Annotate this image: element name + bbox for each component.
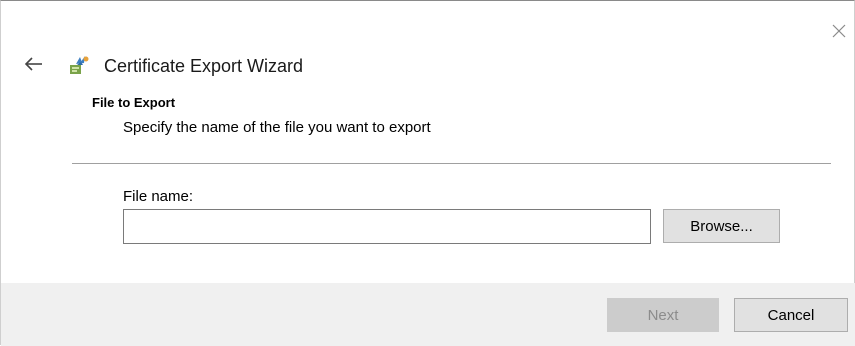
dialog-footer <box>1 283 855 346</box>
certificate-export-wizard-dialog: Certificate Export Wizard File to Export… <box>0 0 855 346</box>
cancel-button[interactable]: Cancel <box>734 298 848 332</box>
section-description: Specify the name of the file you want to… <box>123 119 431 136</box>
close-icon <box>832 24 846 38</box>
browse-button[interactable]: Browse... <box>663 209 780 243</box>
divider <box>72 163 831 164</box>
close-button[interactable] <box>827 19 851 43</box>
next-button[interactable]: Next <box>607 298 719 332</box>
back-arrow-icon <box>24 57 42 71</box>
back-button[interactable] <box>21 53 47 75</box>
certificate-wizard-icon <box>70 56 89 74</box>
section-title: File to Export <box>92 95 176 110</box>
file-name-input[interactable] <box>123 209 651 244</box>
wizard-title: Certificate Export Wizard <box>104 56 304 76</box>
file-name-label: File name: <box>123 188 194 205</box>
